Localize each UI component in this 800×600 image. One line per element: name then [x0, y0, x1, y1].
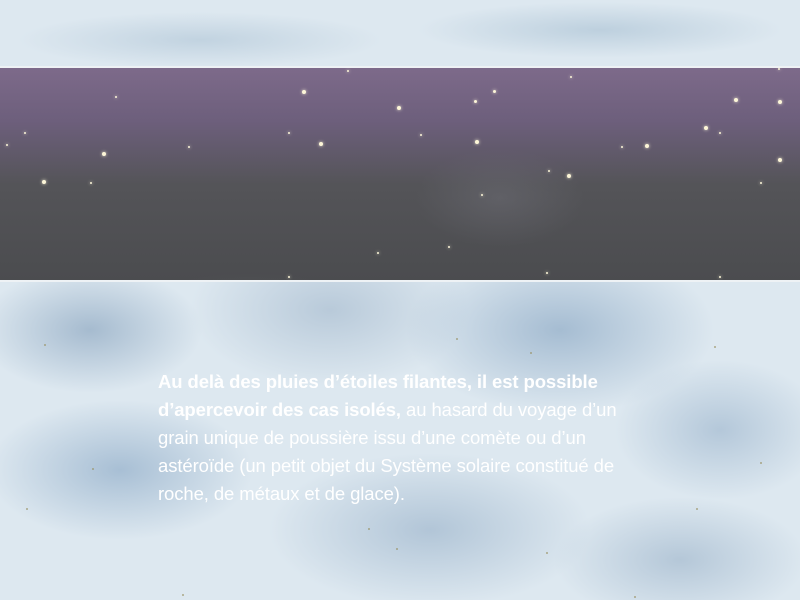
star [188, 146, 190, 148]
dust-speck [456, 338, 458, 340]
star [319, 142, 323, 146]
star [288, 132, 290, 134]
star [760, 182, 762, 184]
star [570, 76, 572, 78]
star [347, 70, 349, 72]
star [102, 152, 106, 156]
star [475, 140, 479, 144]
star [567, 174, 571, 178]
dust-speck [696, 508, 698, 510]
star [377, 252, 379, 254]
page: Au delà des pluies d’étoiles filantes, i… [0, 0, 800, 600]
star [719, 276, 721, 278]
star [288, 276, 290, 278]
star [90, 182, 92, 184]
star [115, 96, 117, 98]
star [546, 272, 548, 274]
star [481, 194, 483, 196]
star [420, 134, 422, 136]
dust-speck [634, 596, 636, 598]
dust-speck [760, 462, 762, 464]
star [474, 100, 477, 103]
star [621, 146, 623, 148]
dust-speck [26, 508, 28, 510]
dust-speck [396, 548, 398, 550]
star [704, 126, 708, 130]
dust-speck [182, 594, 184, 596]
star [397, 106, 401, 110]
dust-speck [44, 344, 46, 346]
star [493, 90, 496, 93]
dust-speck [368, 528, 370, 530]
star [778, 68, 780, 70]
star [734, 98, 738, 102]
dust-speck [714, 346, 716, 348]
star [778, 100, 782, 104]
dust-speck [92, 468, 94, 470]
night-sky-band [0, 66, 800, 282]
star [42, 180, 46, 184]
star [719, 132, 721, 134]
intro-paragraph: Au delà des pluies d’étoiles filantes, i… [158, 368, 658, 508]
star [548, 170, 550, 172]
star [302, 90, 306, 94]
star [24, 132, 26, 134]
star [448, 246, 450, 248]
star [778, 158, 782, 162]
dust-speck [546, 552, 548, 554]
star [6, 144, 8, 146]
star [645, 144, 649, 148]
dust-speck [530, 352, 532, 354]
